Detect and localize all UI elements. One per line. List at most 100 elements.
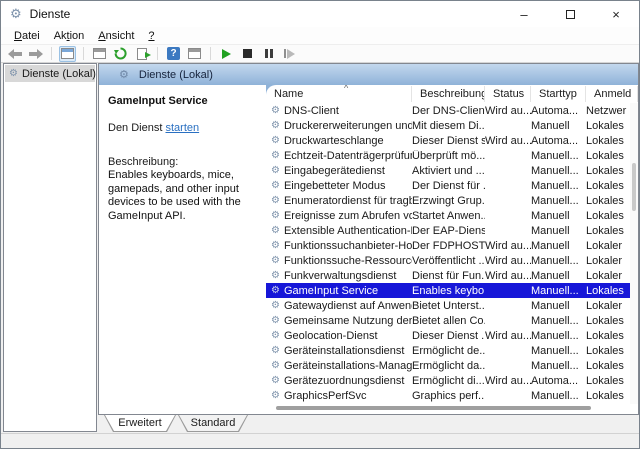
column-header-name[interactable]: Name: [266, 86, 412, 102]
service-name-cell[interactable]: ⚙ Ereignisse zum Abrufen von...: [266, 210, 412, 222]
table-row[interactable]: ⚙Funktionssuchanbieter-HostDer FDPHOST..…: [266, 238, 638, 253]
table-row[interactable]: ⚙GraphicsPerfSvcGraphics perf...Manuell.…: [266, 388, 638, 403]
service-gear-icon: ⚙: [271, 241, 280, 251]
table-row[interactable]: ⚙Druckererweiterungen und ...Mit diesem …: [266, 118, 638, 133]
tab-erweitert[interactable]: Erweitert: [104, 415, 176, 432]
forward-icon[interactable]: [27, 46, 44, 62]
table-row[interactable]: ⚙Geolocation-DienstDieser Dienst ...Wird…: [266, 328, 638, 343]
tree-item-dienste-lokal[interactable]: ⚙ Dienste (Lokal): [5, 65, 95, 82]
service-name-cell[interactable]: ⚙Eingabegerätedienst: [266, 165, 412, 177]
table-row[interactable]: ⚙FunkverwaltungsdienstDienst für Fun...W…: [266, 268, 638, 283]
service-name-text: Ereignisse zum Abrufen von...: [284, 210, 412, 222]
description-label: Beschreibung:: [108, 156, 260, 168]
column-header-anmelden[interactable]: Anmeld: [586, 86, 638, 102]
service-starttype-cell: Manuell: [531, 300, 586, 312]
services-gear-icon: ⚙: [9, 69, 18, 79]
column-header-starttyp[interactable]: Starttyp: [531, 86, 586, 102]
service-starttype-cell: Manuell...: [531, 345, 586, 357]
service-description-pane: GameInput Service Den Dienst starten Bes…: [99, 85, 266, 414]
table-row[interactable]: ⚙GeräteinstallationsdienstErmöglicht de.…: [266, 343, 638, 358]
table-row[interactable]: ⚙ Ereignisse zum Abrufen von...Startet An…: [266, 208, 638, 223]
column-header-beschreibung[interactable]: Beschreibung: [412, 86, 485, 102]
table-row[interactable]: ⚙Extensible Authentication-P...Der EAP-D…: [266, 223, 638, 238]
service-status-cell: Wird au...: [485, 330, 531, 342]
service-name-cell[interactable]: ⚙Druckwarteschlange: [266, 135, 412, 147]
service-name-cell[interactable]: ⚙Enumeratordienst für tragb...: [266, 195, 412, 207]
service-starttype-cell: Automa...: [531, 375, 586, 387]
service-name-text: Funktionssuche-Ressource...: [284, 255, 412, 267]
sort-ascending-icon: ^: [344, 85, 348, 93]
panel-header-band: ⚙ Dienste (Lokal): [99, 64, 638, 85]
service-name-cell[interactable]: ⚙Echtzeit-Datenträgerprüfung: [266, 150, 412, 162]
table-row[interactable]: ⚙Funktionssuche-Ressource...Veröffentlic…: [266, 253, 638, 268]
help-icon[interactable]: ?: [165, 46, 182, 62]
service-name-text: Funkverwaltungsdienst: [284, 270, 397, 282]
show-hide-pane-icon[interactable]: [186, 46, 203, 62]
service-name-text: Enumeratordienst für tragb...: [284, 195, 412, 207]
start-service-link[interactable]: starten: [165, 122, 199, 134]
menu-help[interactable]: ?: [141, 29, 161, 43]
service-name-cell[interactable]: ⚙Extensible Authentication-P...: [266, 225, 412, 237]
export-list-icon[interactable]: [133, 46, 150, 62]
service-name-cell[interactable]: ⚙Geolocation-Dienst: [266, 330, 412, 342]
stop-service-icon[interactable]: [239, 46, 256, 62]
service-name-cell[interactable]: ⚙GameInput Service: [266, 285, 412, 297]
service-name-cell[interactable]: ⚙Geräteinstallationsdienst: [266, 345, 412, 357]
service-gear-icon: ⚙: [271, 286, 280, 296]
service-starttype-cell: Manuell...: [531, 330, 586, 342]
column-header-status[interactable]: Status: [485, 86, 531, 102]
service-name-cell[interactable]: ⚙Gerätezuordnungsdienst: [266, 375, 412, 387]
service-name-cell[interactable]: ⚙Funktionssuchanbieter-Host: [266, 240, 412, 252]
table-row[interactable]: ⚙GerätezuordnungsdienstErmöglicht di...W…: [266, 373, 638, 388]
menu-datei[interactable]: Datei: [7, 29, 47, 43]
app-gear-icon: ⚙: [10, 8, 22, 21]
service-name-cell[interactable]: ⚙Druckererweiterungen und ...: [266, 120, 412, 132]
service-name-cell[interactable]: ⚙GraphicsPerfSvc: [266, 390, 412, 402]
table-row[interactable]: ⚙EingabegerätedienstAktiviert und ...Man…: [266, 163, 638, 178]
restart-service-icon[interactable]: [281, 46, 298, 62]
hscroll-thumb[interactable]: [276, 406, 591, 410]
menu-aktion[interactable]: Aktion: [47, 29, 92, 43]
table-row[interactable]: ⚙GameInput ServiceEnables keybo...Manuel…: [266, 283, 638, 298]
service-name-cell[interactable]: ⚙Eingebetteter Modus: [266, 180, 412, 192]
service-description-cell: Startet Anwen...: [412, 210, 485, 222]
refresh-icon[interactable]: [112, 46, 129, 62]
properties-window-icon[interactable]: [91, 46, 108, 62]
vscroll-thumb[interactable]: [632, 163, 636, 211]
tab-standard-label: Standard: [179, 415, 247, 431]
maximize-button[interactable]: [547, 1, 593, 27]
horizontal-scrollbar[interactable]: [266, 404, 630, 412]
menu-ansicht[interactable]: Ansicht: [91, 29, 141, 43]
service-gear-icon: ⚙: [271, 316, 280, 326]
table-row[interactable]: ⚙DruckwarteschlangeDieser Dienst s...Wir…: [266, 133, 638, 148]
service-gear-icon: ⚙: [271, 211, 280, 221]
title-bar[interactable]: ⚙ Dienste – ×: [1, 1, 639, 27]
show-console-tree-icon[interactable]: [59, 46, 76, 62]
table-row[interactable]: ⚙Geräteinstallations-ManagerErmöglicht d…: [266, 358, 638, 373]
service-description-cell: Dieser Dienst s...: [412, 135, 485, 147]
table-row[interactable]: ⚙Eingebetteter ModusDer Dienst für ...Ma…: [266, 178, 638, 193]
table-row[interactable]: ⚙Enumeratordienst für tragb...Erzwingt G…: [266, 193, 638, 208]
service-starttype-cell: Manuell...: [531, 180, 586, 192]
console-tree-panel: ⚙ Dienste (Lokal): [3, 63, 97, 432]
toolbar-separator: [51, 47, 52, 60]
service-gear-icon: ⚙: [271, 301, 280, 311]
service-name-cell[interactable]: ⚙Funkverwaltungsdienst: [266, 270, 412, 282]
service-name-cell[interactable]: ⚙Gemeinsame Nutzung der I...: [266, 315, 412, 327]
table-row[interactable]: ⚙DNS-ClientDer DNS-Clien...Wird au...Aut…: [266, 103, 638, 118]
start-service-icon[interactable]: [218, 46, 235, 62]
back-icon[interactable]: [6, 46, 23, 62]
pause-service-icon[interactable]: [260, 46, 277, 62]
service-name-cell[interactable]: ⚙Geräteinstallations-Manager: [266, 360, 412, 372]
service-name-cell[interactable]: ⚙DNS-Client: [266, 105, 412, 117]
close-button[interactable]: ×: [593, 1, 639, 27]
service-name-cell[interactable]: ⚙Gatewaydienst auf Anwend...: [266, 300, 412, 312]
table-row[interactable]: ⚙Gemeinsame Nutzung der I...Bietet allen…: [266, 313, 638, 328]
service-name-cell[interactable]: ⚙Funktionssuche-Ressource...: [266, 255, 412, 267]
tab-standard[interactable]: Standard: [178, 415, 248, 432]
minimize-button[interactable]: –: [501, 1, 547, 27]
table-row[interactable]: ⚙Gatewaydienst auf Anwend...Bietet Unter…: [266, 298, 638, 313]
vertical-scrollbar[interactable]: [630, 103, 638, 404]
service-status-cell: Wird au...: [485, 270, 531, 282]
table-row[interactable]: ⚙Echtzeit-DatenträgerprüfungÜberprüft mö…: [266, 148, 638, 163]
